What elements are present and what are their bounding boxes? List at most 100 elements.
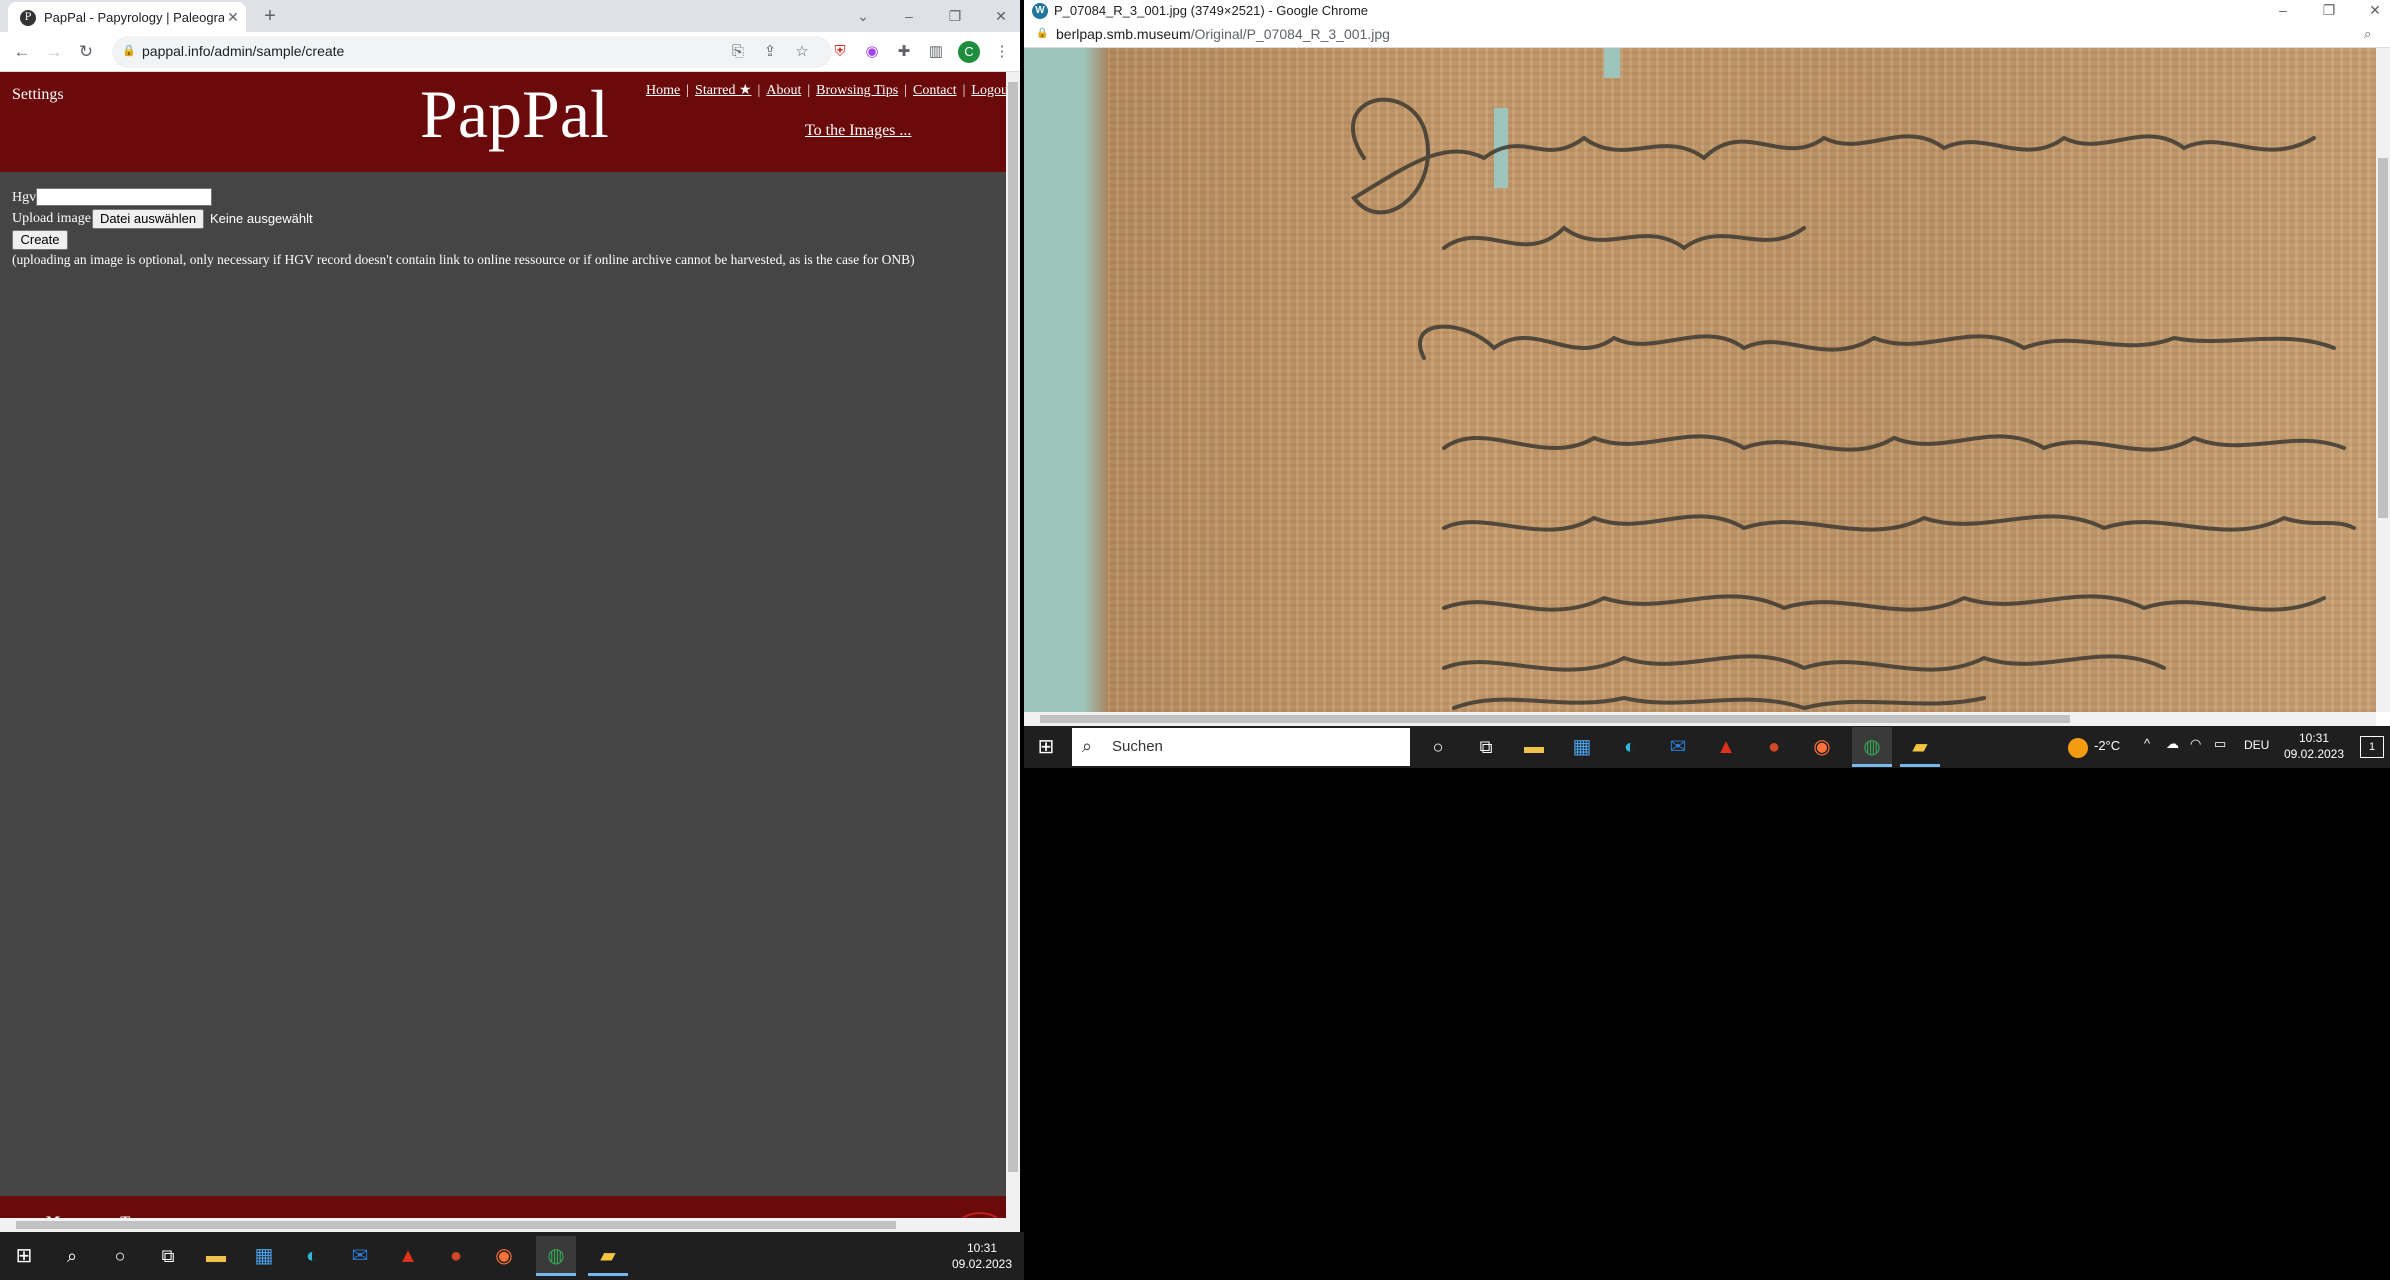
translate-icon[interactable]: ⎘ <box>726 40 750 64</box>
firefox-icon[interactable]: ◉ <box>484 1236 524 1276</box>
notes-app-icon[interactable]: ▰ <box>588 1236 628 1276</box>
left-vertical-scroll-thumb[interactable] <box>1008 82 1018 1172</box>
right-store-icon[interactable]: ▦ <box>1562 727 1602 767</box>
right-start-windows-icon[interactable]: ⊞ <box>1026 727 1066 767</box>
menu-kebab-icon[interactable]: ⋮ <box>990 40 1014 64</box>
left-toolbar: ← → ↻ 🔒 pappal.info/admin/sample/create … <box>0 32 1020 72</box>
right-horizontal-scroll-thumb[interactable] <box>1040 715 2070 723</box>
right-vertical-scrollbar[interactable] <box>2376 48 2390 712</box>
acrobat-icon[interactable]: ▲ <box>388 1236 428 1276</box>
taskbar-search-placeholder: Suchen <box>1112 738 1163 755</box>
extensions-puzzle-icon[interactable]: ✚ <box>892 40 916 64</box>
left-address-bar[interactable]: 🔒 pappal.info/admin/sample/create <box>112 36 832 68</box>
right-restore-icon[interactable]: ❐ <box>2314 0 2344 22</box>
settings-link[interactable]: Settings <box>12 86 132 108</box>
task-view-icon[interactable]: ⧉ <box>148 1236 188 1276</box>
right-vertical-scroll-thumb[interactable] <box>2378 158 2388 518</box>
restore-icon[interactable]: ❐ <box>940 4 970 28</box>
powerpoint-icon[interactable]: ● <box>436 1236 476 1276</box>
right-edge-icon[interactable]: ◐ <box>1610 727 1650 767</box>
right-url-path: /Original/P_07084_R_3_001.jpg <box>1190 26 1390 42</box>
nav-about[interactable]: About <box>766 83 801 98</box>
right-task-view-icon[interactable]: ⧉ <box>1466 727 1506 767</box>
create-button[interactable]: Create <box>12 230 68 250</box>
mail-icon[interactable]: ✉ <box>340 1236 380 1276</box>
pappal-header: Settings PapPal Home | Starred ★ | About | Bro… <box>0 72 1006 172</box>
right-notes-app-icon[interactable]: ▰ <box>1900 727 1940 767</box>
hgv-input[interactable] <box>36 188 212 206</box>
right-url-text: berlpap.smb.museum/Original/P_07084_R_3_… <box>1056 26 1656 44</box>
taskbar-search-icon: ⌕ <box>1082 736 1093 756</box>
taskbar-search-box[interactable]: ⌕ Suchen <box>1072 728 1410 766</box>
right-mail-icon[interactable]: ✉ <box>1658 727 1698 767</box>
chrome-icon[interactable]: ◍ <box>536 1236 576 1276</box>
extension-red-icon[interactable]: ⛨ <box>828 40 852 64</box>
tray-network-icon[interactable]: ◠ <box>2190 736 2210 756</box>
back-arrow-icon[interactable]: ← <box>10 40 34 64</box>
left-tab-strip: P PapPal - Papyrology | Paleograph ✕ + ⌄… <box>0 0 1020 32</box>
right-clock-date[interactable]: 09.02.2023 <box>2274 746 2354 762</box>
zoom-magnifier-icon[interactable]: ⌕ <box>2364 26 2384 44</box>
left-horizontal-scrollbar[interactable] <box>0 1218 1006 1232</box>
minimize-icon[interactable]: – <box>894 4 924 28</box>
tab-pappal[interactable]: P PapPal - Papyrology | Paleograph ✕ <box>8 2 246 32</box>
left-vertical-scrollbar[interactable] <box>1006 72 1020 1232</box>
pappal-logo[interactable]: PapPal <box>420 74 620 154</box>
right-firefox-icon[interactable]: ◉ <box>1802 727 1842 767</box>
nav-home[interactable]: Home <box>646 83 680 98</box>
reload-icon[interactable]: ↻ <box>74 40 98 64</box>
file-status-text: Keine ausgewählt <box>210 211 313 226</box>
side-panel-icon[interactable]: ▥ <box>924 40 948 64</box>
share-icon[interactable]: ⇪ <box>758 40 782 64</box>
wordpress-favicon-icon: W <box>1032 3 1048 19</box>
right-chrome-icon[interactable]: ◍ <box>1852 727 1892 767</box>
left-clock-date[interactable]: 09.02.2023 <box>944 1256 1020 1272</box>
right-window-title: P_07084_R_3_001.jpg (3749×2521) - Google… <box>1054 3 1369 18</box>
left-clock-time[interactable]: 10:31 <box>944 1240 1020 1256</box>
weather-temperature[interactable]: -2°C <box>2094 738 2134 756</box>
right-clock-time[interactable]: 10:31 <box>2274 730 2354 746</box>
tray-battery-icon[interactable]: ▭ <box>2214 736 2234 756</box>
new-tab-plus-icon[interactable]: + <box>258 4 282 28</box>
edge-icon[interactable]: ◐ <box>292 1236 332 1276</box>
tab-search-chevron-icon[interactable]: ⌄ <box>848 4 878 28</box>
left-browser-window: P PapPal - Papyrology | Paleograph ✕ + ⌄… <box>0 0 1020 1232</box>
right-acrobat-icon[interactable]: ▲ <box>1706 727 1746 767</box>
right-minimize-icon[interactable]: – <box>2268 0 2298 22</box>
to-the-images-link[interactable]: To the Images ... <box>805 122 955 144</box>
notification-center-icon[interactable]: 1 <box>2360 736 2384 758</box>
store-icon[interactable]: ▦ <box>244 1236 284 1276</box>
file-explorer-icon[interactable]: ▬ <box>196 1236 236 1276</box>
weather-sun-icon[interactable] <box>2068 738 2088 758</box>
nav-contact[interactable]: Contact <box>913 83 957 98</box>
right-powerpoint-icon[interactable]: ● <box>1754 727 1794 767</box>
right-close-icon[interactable]: ✕ <box>2360 0 2390 22</box>
left-horizontal-scroll-thumb[interactable] <box>16 1221 896 1229</box>
start-windows-icon[interactable]: ⊞ <box>4 1236 44 1276</box>
right-lock-icon: 🔒 <box>1036 28 1049 39</box>
bookmark-star-icon[interactable]: ☆ <box>790 40 814 64</box>
right-horizontal-scrollbar[interactable] <box>1024 712 2376 726</box>
right-browser-window: W P_07084_R_3_001.jpg (3749×2521) - Goog… <box>1024 0 2390 726</box>
nav-browsing-tips[interactable]: Browsing Tips <box>816 83 898 98</box>
nav-starred[interactable]: Starred ★ <box>695 83 751 98</box>
cortana-circle-icon[interactable]: ○ <box>100 1236 140 1276</box>
search-icon[interactable]: ⌕ <box>52 1236 92 1276</box>
nav-logout[interactable]: Logout <box>971 83 1006 98</box>
right-address-bar[interactable]: 🔒 berlpap.smb.museum/Original/P_07084_R_… <box>1024 22 2390 48</box>
close-window-icon[interactable]: ✕ <box>986 4 1016 28</box>
choose-file-button[interactable]: Datei auswählen <box>92 209 204 229</box>
upload-image-label: Upload image <box>12 211 91 226</box>
pappal-favicon-icon: P <box>20 10 36 26</box>
tray-chevron-up-icon[interactable]: ^ <box>2144 736 2160 756</box>
profile-avatar[interactable]: C <box>958 41 980 63</box>
forward-arrow-icon[interactable]: → <box>42 40 66 64</box>
right-cortana-circle-icon[interactable]: ○ <box>1418 727 1458 767</box>
extension-purple-icon[interactable]: ◉ <box>860 40 884 64</box>
tray-onedrive-icon[interactable]: ☁ <box>2166 736 2186 756</box>
right-taskbar: ⊞ ⌕ Suchen ○ ⧉ ▬ ▦ ◐ ✉ ▲ ● ◉ ◍ ▰ -2°C ^ … <box>1024 726 2390 768</box>
tab-close-icon[interactable]: ✕ <box>224 8 242 26</box>
papyrus-image-viewer[interactable] <box>1024 48 2376 712</box>
tab-title: PapPal - Papyrology | Paleograph <box>44 10 224 25</box>
right-file-explorer-icon[interactable]: ▬ <box>1514 727 1554 767</box>
